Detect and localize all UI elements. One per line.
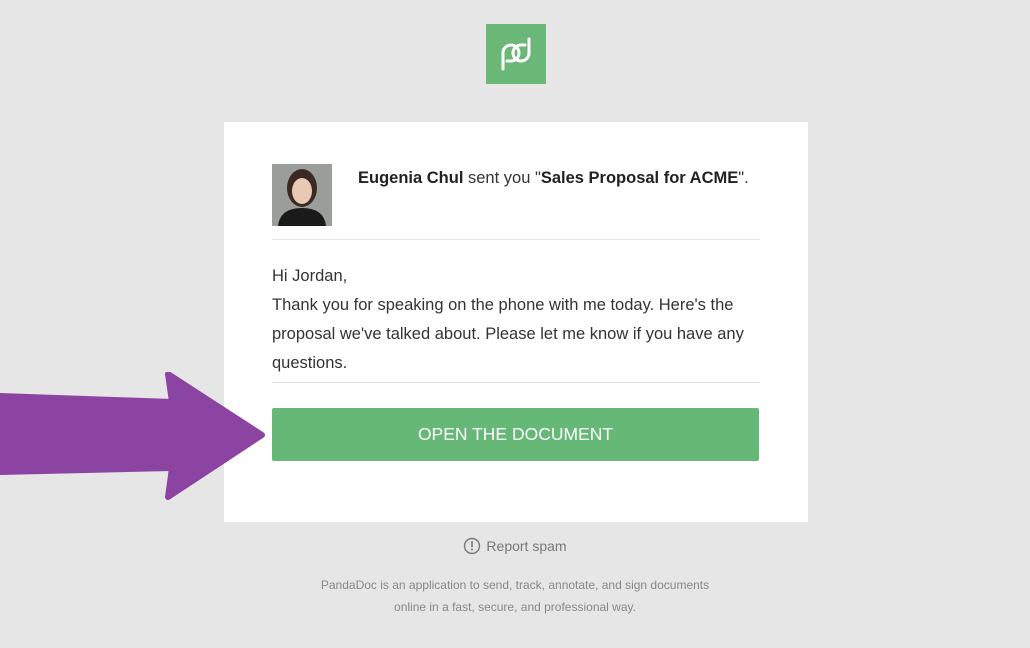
sender-header: Eugenia Chul sent you "Sales Proposal fo… bbox=[272, 164, 760, 228]
sent-text: sent you " bbox=[463, 169, 541, 187]
avatar bbox=[272, 164, 332, 226]
divider bbox=[272, 239, 760, 240]
pandadoc-logo-icon bbox=[501, 37, 531, 71]
end-text: ". bbox=[738, 169, 749, 187]
pandadoc-logo bbox=[486, 24, 546, 84]
footer-line-1: PandaDoc is an application to send, trac… bbox=[320, 578, 710, 592]
report-spam-link[interactable]: Report spam bbox=[0, 537, 1030, 555]
document-title: Sales Proposal for ACME bbox=[540, 169, 739, 187]
footer-line-2: online in a fast, secure, and profession… bbox=[394, 600, 636, 614]
exclamation-circle-icon bbox=[463, 537, 481, 555]
email-card: Eugenia Chul sent you "Sales Proposal fo… bbox=[224, 122, 808, 522]
arrow-right-icon bbox=[0, 372, 265, 500]
sender-name: Eugenia Chul bbox=[358, 169, 464, 187]
message-text: Thank you for speaking on the phone with… bbox=[272, 296, 744, 372]
sender-line: Eugenia Chul sent you "Sales Proposal fo… bbox=[358, 164, 758, 193]
message-body: Hi Jordan, Thank you for speaking on the… bbox=[272, 262, 760, 378]
open-document-button[interactable]: OPEN THE DOCUMENT bbox=[272, 408, 759, 461]
divider bbox=[272, 382, 760, 383]
footer-text: PandaDoc is an application to send, trac… bbox=[265, 574, 765, 618]
greeting: Hi Jordan, bbox=[272, 267, 348, 285]
report-spam-label: Report spam bbox=[486, 538, 567, 554]
